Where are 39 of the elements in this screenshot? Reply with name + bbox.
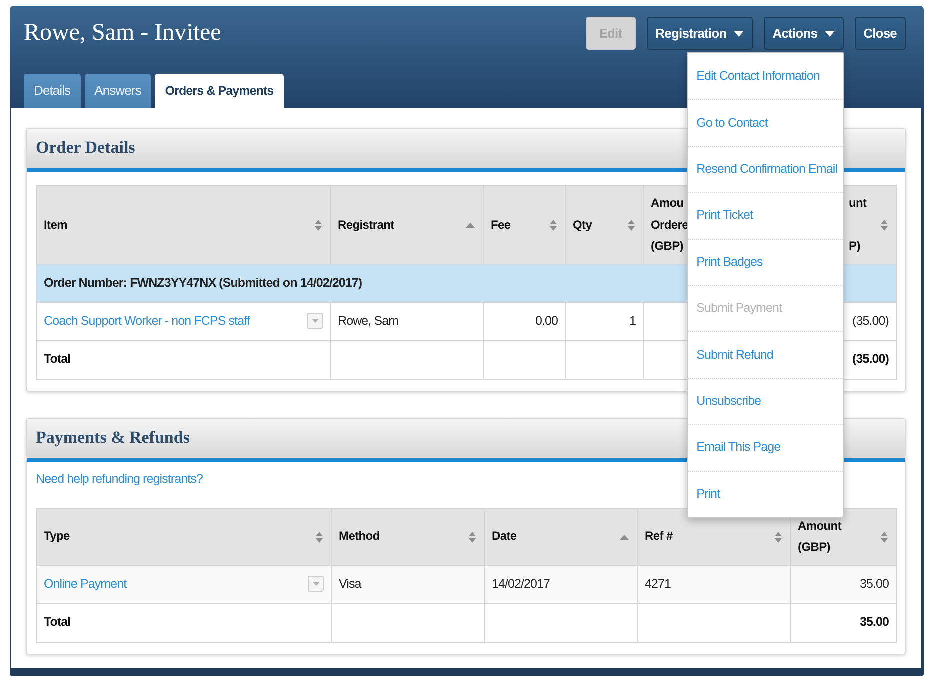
column-header[interactable]: Registrant	[338, 214, 394, 236]
table-cell: Total	[36, 340, 330, 379]
caret-icon	[824, 30, 835, 36]
table-cell: (35.00)	[842, 340, 896, 379]
column-header[interactable]: Fee	[491, 214, 511, 236]
help-link[interactable]: Need help refunding registrants?	[36, 472, 203, 486]
table-cell: Visa	[332, 565, 484, 603]
menu-item[interactable]: Edit Contact Information	[688, 53, 843, 100]
section-title: Order Details	[36, 138, 136, 159]
column-header[interactable]: Amou Ordere (GBP)	[651, 193, 689, 258]
table-cell: 35.00	[790, 603, 896, 642]
table-cell: 1	[566, 302, 644, 340]
table-cell: 0.00	[484, 302, 566, 340]
caret-icon	[734, 30, 744, 36]
table-cell: Rowe, Sam	[330, 302, 484, 340]
column-header[interactable]: Type	[44, 526, 70, 548]
column-header[interactable]: Qty	[573, 214, 592, 236]
column-header[interactable]: Ref #	[645, 526, 673, 548]
column-header[interactable]: Item	[44, 214, 68, 236]
tab[interactable]: Details	[24, 74, 81, 108]
header-button[interactable]: Close	[854, 17, 906, 50]
table-cell: (35.00)	[842, 302, 896, 340]
item-link[interactable]: Online Payment	[44, 574, 127, 594]
caret-icon	[312, 319, 318, 323]
row-menu-button[interactable]	[307, 313, 323, 329]
table-cell: 35.00	[790, 565, 896, 603]
row-menu-button[interactable]	[308, 576, 324, 592]
tab[interactable]: Answers	[84, 74, 152, 108]
column-header[interactable]: Method	[339, 526, 380, 548]
column-header[interactable]: Date	[492, 526, 517, 548]
caret-icon	[312, 582, 320, 586]
dropdown-button[interactable]: Actions	[764, 17, 844, 50]
window-title: Rowe, Sam - Invitee	[24, 20, 222, 47]
tab[interactable]: Orders & Payments	[155, 74, 284, 108]
table-cell: 14/02/2017	[484, 565, 638, 603]
table-cell: 4271	[638, 565, 790, 603]
section-title: Payments & Refunds	[36, 428, 190, 448]
dropdown-button[interactable]: Registration	[646, 17, 753, 50]
table-cell: Total	[36, 603, 332, 642]
